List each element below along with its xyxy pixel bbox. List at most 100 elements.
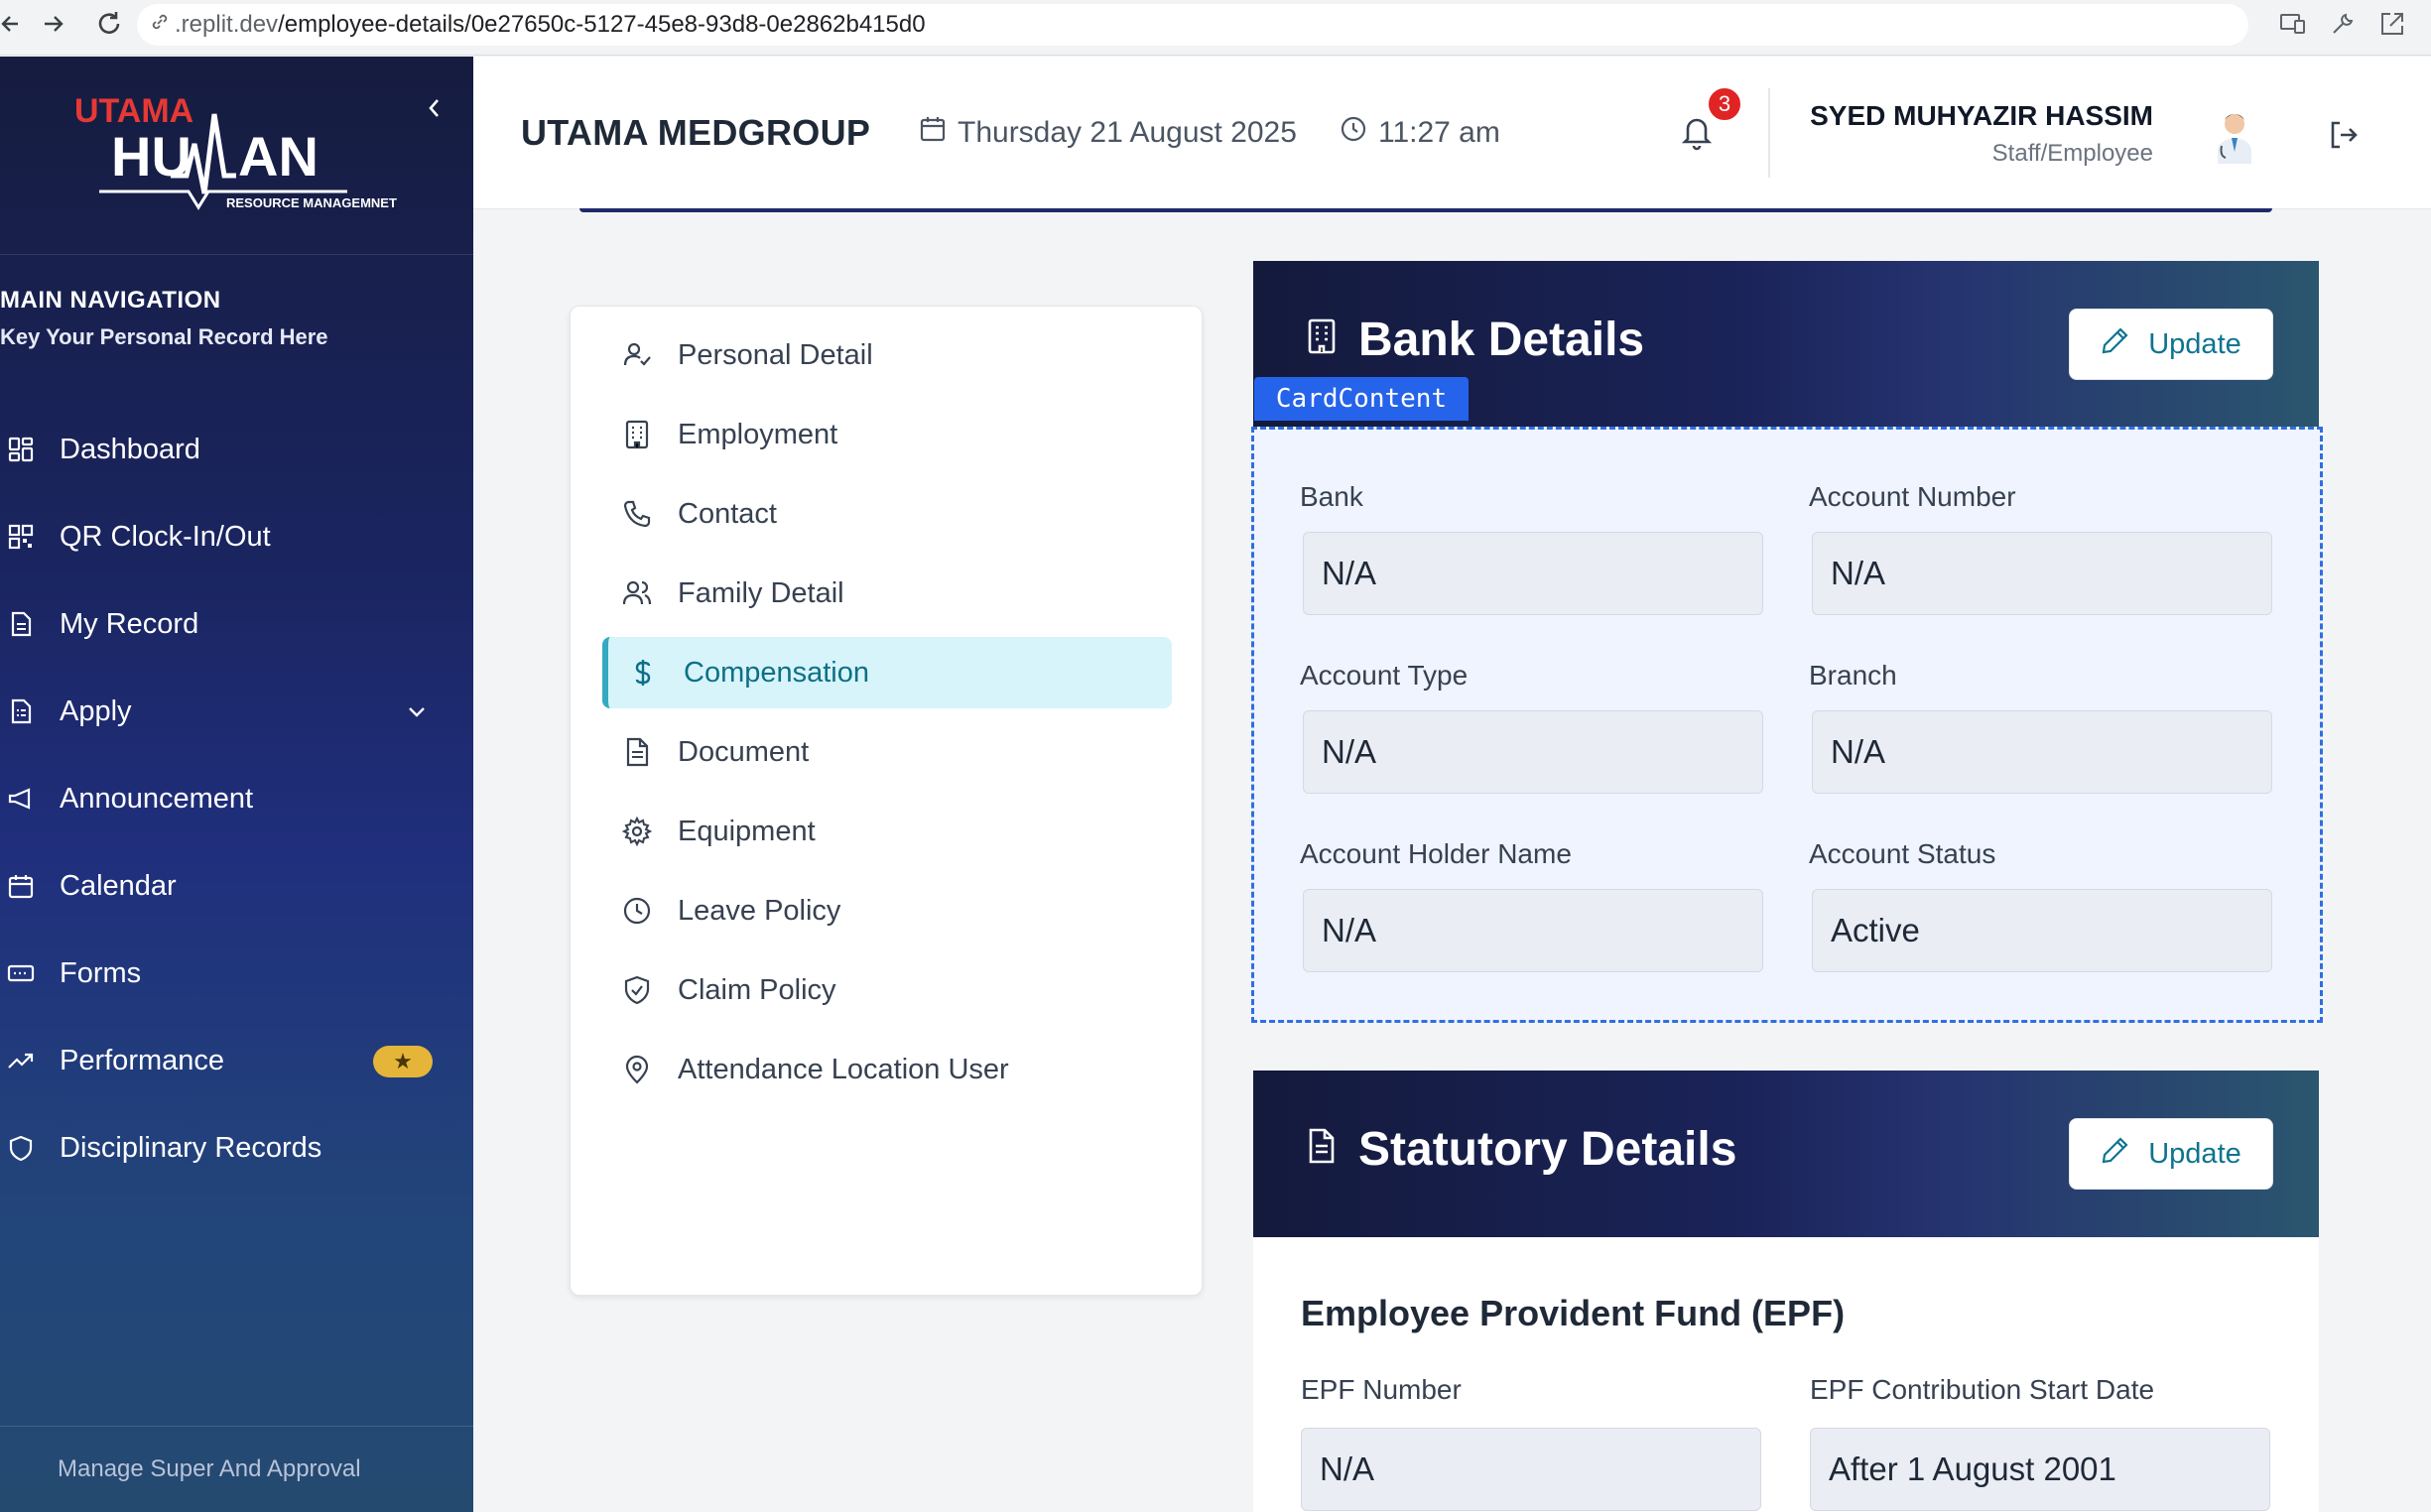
menu-item-label: Claim Policy	[678, 973, 836, 1006]
qr-code-icon	[6, 522, 36, 552]
form-icon	[6, 696, 36, 726]
menu-item-employment[interactable]: Employment	[602, 399, 1172, 470]
account-status-label: Account Status	[1809, 838, 1996, 869]
update-bank-button[interactable]: Update	[2069, 309, 2273, 380]
document-icon	[6, 609, 36, 639]
menu-item-label: Attendance Location User	[678, 1053, 1009, 1085]
pencil-icon	[2101, 325, 2148, 363]
url-path: /employee-details/0e27650c-5127-45e8-93d…	[278, 11, 926, 38]
nav-list: Dashboard QR Clock-In/Out My Record Appl…	[0, 406, 473, 1192]
account-holder-field[interactable]: N/A	[1303, 889, 1763, 972]
bank-field[interactable]: N/A	[1303, 532, 1763, 615]
document-icon	[620, 735, 654, 769]
sidebar-item-label: Dashboard	[60, 433, 200, 465]
sidebar-item-apply[interactable]: Apply	[0, 668, 473, 755]
card-title: Bank Details	[1305, 313, 1644, 367]
logout-icon[interactable]	[2327, 118, 2361, 152]
open-external-icon[interactable]	[2377, 9, 2407, 44]
logo-text-left: HU	[111, 125, 192, 188]
sidebar-item-label: QR Clock-In/Out	[60, 520, 271, 553]
trending-up-icon	[6, 1046, 36, 1075]
update-statutory-button[interactable]: Update	[2069, 1118, 2273, 1190]
menu-item-document[interactable]: Document	[602, 716, 1172, 788]
forward-icon[interactable]	[34, 4, 73, 44]
sidebar-footer-link[interactable]: Manage Super And Approval	[0, 1426, 473, 1512]
nav-subtitle: Key Your Personal Record Here	[0, 324, 328, 349]
time-text: 11:27 am	[1378, 116, 1500, 149]
menu-item-family-detail[interactable]: Family Detail	[602, 558, 1172, 629]
bell-icon[interactable]	[1679, 112, 1715, 152]
account-holder-label: Account Holder Name	[1300, 838, 1572, 869]
card-content-debug-tag: CardContent	[1254, 377, 1469, 421]
menu-item-attendance-location[interactable]: Attendance Location User	[602, 1034, 1172, 1105]
sidebar-item-calendar[interactable]: Calendar	[0, 842, 473, 930]
user-name: SYED MUHYAZIR HASSIM	[1810, 100, 2153, 131]
menu-item-label: Family Detail	[678, 576, 844, 609]
epf-start-date-field[interactable]: After 1 August 2001	[1810, 1428, 2270, 1511]
browser-toolbar: .replit.dev/employee-details/0e27650c-51…	[0, 0, 2431, 56]
nav-heading: MAIN NAVIGATION Key Your Personal Record…	[0, 287, 328, 350]
back-icon[interactable]	[0, 4, 20, 44]
phone-icon	[620, 497, 654, 531]
wrench-icon[interactable]	[2328, 9, 2358, 44]
calendar-icon	[918, 114, 958, 152]
company-logo[interactable]: UTAMA HU AN RESOURCE MANAGEMNET	[60, 84, 437, 233]
account-type-field[interactable]: N/A	[1303, 710, 1763, 794]
sidebar-item-label: Forms	[60, 956, 142, 989]
cast-icon[interactable]	[2278, 9, 2308, 44]
user-check-icon	[620, 338, 654, 372]
account-status-field[interactable]: Active	[1812, 889, 2272, 972]
logo-text-right: AN	[238, 125, 319, 188]
bank-details-title: Bank Details	[1358, 314, 1645, 366]
menu-item-label: Personal Detail	[678, 338, 873, 371]
url-host: .replit.dev	[175, 11, 279, 38]
sidebar-item-announcement[interactable]: Announcement	[0, 755, 473, 842]
sidebar-item-label: Disciplinary Records	[60, 1131, 322, 1164]
sidebar-item-forms[interactable]: Forms	[0, 930, 473, 1017]
epf-number-field[interactable]: N/A	[1301, 1428, 1761, 1511]
dollar-icon	[626, 656, 660, 690]
sidebar: UTAMA HU AN RESOURCE MANAGEMNET MAIN NAV…	[0, 57, 473, 1512]
address-bar[interactable]: .replit.dev/employee-details/0e27650c-51…	[137, 4, 2248, 46]
sidebar-item-label: Announcement	[60, 782, 254, 815]
employee-detail-menu: Personal Detail Employment Contact Famil…	[570, 306, 1203, 1296]
building-icon	[620, 418, 654, 451]
building-icon	[1305, 313, 1358, 367]
menu-item-claim-policy[interactable]: Claim Policy	[602, 954, 1172, 1026]
sidebar-item-disciplinary[interactable]: Disciplinary Records	[0, 1104, 473, 1192]
notification-count-badge: 3	[1707, 86, 1742, 122]
chevron-down-icon[interactable]	[403, 697, 431, 725]
branch-label: Branch	[1809, 660, 1897, 691]
menu-item-contact[interactable]: Contact	[602, 478, 1172, 550]
menu-item-leave-policy[interactable]: Leave Policy	[602, 875, 1172, 946]
sidebar-item-label: Apply	[60, 694, 132, 727]
menu-item-label: Employment	[678, 418, 838, 450]
menu-item-label: Leave Policy	[678, 894, 841, 927]
sidebar-item-dashboard[interactable]: Dashboard	[0, 406, 473, 493]
bank-details-content: Bank N/A Account Number N/A Account Type…	[1251, 427, 2323, 1023]
header-divider	[1768, 88, 1770, 178]
menu-item-compensation[interactable]: Compensation	[602, 637, 1172, 708]
menu-item-personal-detail[interactable]: Personal Detail	[602, 319, 1172, 391]
branch-field[interactable]: N/A	[1812, 710, 2272, 794]
gear-icon	[620, 815, 654, 848]
current-time: 11:27 am	[1339, 114, 1500, 152]
sidebar-item-qr-clock[interactable]: QR Clock-In/Out	[0, 493, 473, 580]
bank-label: Bank	[1300, 481, 1363, 512]
epf-section-title: Employee Provident Fund (EPF)	[1301, 1293, 1846, 1333]
menu-item-equipment[interactable]: Equipment	[602, 796, 1172, 867]
sidebar-item-my-record[interactable]: My Record	[0, 580, 473, 668]
sidebar-item-performance[interactable]: Performance ★	[0, 1017, 473, 1104]
map-pin-icon	[620, 1053, 654, 1086]
account-number-field[interactable]: N/A	[1812, 532, 2272, 615]
star-badge: ★	[373, 1046, 433, 1077]
nav-title: MAIN NAVIGATION	[0, 287, 221, 314]
statutory-details-title: Statutory Details	[1358, 1123, 1737, 1176]
collapse-sidebar-icon[interactable]	[421, 94, 448, 122]
sidebar-item-label: Calendar	[60, 869, 177, 902]
logo-text-sub: RESOURCE MANAGEMNET	[226, 195, 397, 210]
reload-icon[interactable]	[89, 4, 129, 44]
site-info-icon[interactable]	[149, 11, 171, 40]
menu-item-label: Compensation	[684, 656, 869, 689]
avatar[interactable]	[2208, 108, 2261, 164]
